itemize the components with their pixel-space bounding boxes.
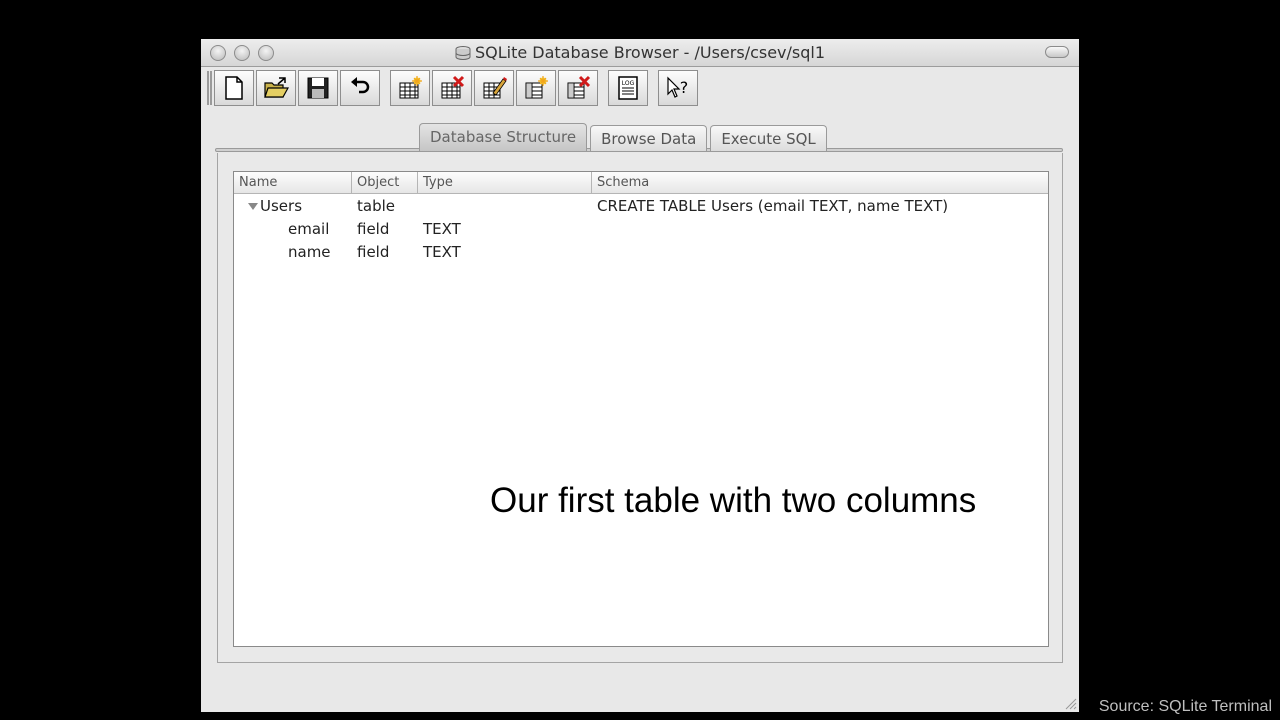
save-database-button[interactable]	[298, 70, 338, 106]
modify-table-button[interactable]	[474, 70, 514, 106]
tab-bar: Database Structure Browse Data Execute S…	[419, 123, 830, 151]
row-schema: CREATE TABLE Users (email TEXT, name TEX…	[597, 196, 949, 215]
delete-table-icon	[441, 75, 465, 99]
row-name: email	[288, 219, 330, 238]
create-index-icon	[525, 76, 548, 99]
new-document-icon	[225, 76, 243, 100]
log-icon-label: LOG	[622, 80, 635, 87]
tree-header: Name Object Type Schema	[234, 172, 1048, 194]
tab-execute-sql[interactable]: Execute SQL	[710, 125, 827, 151]
tree-row-name[interactable]: name field TEXT	[234, 240, 1048, 263]
column-header-object[interactable]: Object	[352, 172, 418, 193]
row-object: table	[357, 196, 395, 215]
undo-button[interactable]	[340, 70, 380, 106]
open-folder-icon	[264, 77, 289, 98]
database-structure-panel: Name Object Type Schema Users table CREA…	[217, 153, 1063, 663]
tab-browse-data[interactable]: Browse Data	[590, 125, 708, 151]
open-database-button[interactable]	[256, 70, 296, 106]
toolbar: LOG ?	[207, 69, 700, 107]
row-object: field	[357, 219, 390, 238]
modify-table-icon	[483, 77, 507, 99]
window-title-container: SQLite Database Browser - /Users/csev/sq…	[201, 43, 1079, 62]
database-icon	[455, 46, 471, 60]
floppy-disk-icon	[307, 77, 329, 99]
delete-index-button[interactable]	[558, 70, 598, 106]
window-title: SQLite Database Browser - /Users/csev/sq…	[474, 43, 826, 62]
whats-this-button[interactable]: ?	[658, 70, 698, 106]
app-window: SQLite Database Browser - /Users/csev/sq…	[201, 39, 1079, 712]
row-name: Users	[260, 196, 303, 215]
toolbar-toggle-button[interactable]	[1045, 46, 1069, 58]
title-bar: SQLite Database Browser - /Users/csev/sq…	[201, 39, 1079, 67]
slide-caption: Our first table with two columns	[490, 481, 977, 520]
tree-row-email[interactable]: email field TEXT	[234, 217, 1048, 240]
row-object: field	[357, 242, 390, 261]
tab-database-structure[interactable]: Database Structure	[419, 123, 588, 151]
column-header-name[interactable]: Name	[234, 172, 352, 193]
row-name: name	[288, 242, 331, 261]
expand-triangle-icon[interactable]	[248, 202, 258, 210]
create-index-button[interactable]	[516, 70, 556, 106]
column-header-schema[interactable]: Schema	[592, 172, 1048, 193]
resize-grip-icon[interactable]	[1063, 696, 1077, 710]
new-database-button[interactable]	[214, 70, 254, 106]
structure-tree[interactable]: Name Object Type Schema Users table CREA…	[233, 171, 1049, 647]
help-cursor-icon: ?	[667, 76, 689, 98]
tree-row-users[interactable]: Users table CREATE TABLE Users (email TE…	[234, 194, 1048, 217]
log-icon: LOG	[618, 76, 638, 100]
row-type: TEXT	[423, 219, 461, 238]
source-credit: Source: SQLite Terminal	[1098, 698, 1272, 715]
row-type: TEXT	[423, 242, 461, 261]
column-header-type[interactable]: Type	[418, 172, 592, 193]
delete-index-icon	[567, 75, 591, 99]
sql-log-button[interactable]: LOG	[608, 70, 648, 106]
help-question-mark: ?	[680, 78, 689, 97]
delete-table-button[interactable]	[432, 70, 472, 106]
create-table-icon	[399, 76, 422, 99]
create-table-button[interactable]	[390, 70, 430, 106]
undo-arrow-icon	[351, 77, 370, 94]
toolbar-grip[interactable]	[207, 71, 212, 105]
